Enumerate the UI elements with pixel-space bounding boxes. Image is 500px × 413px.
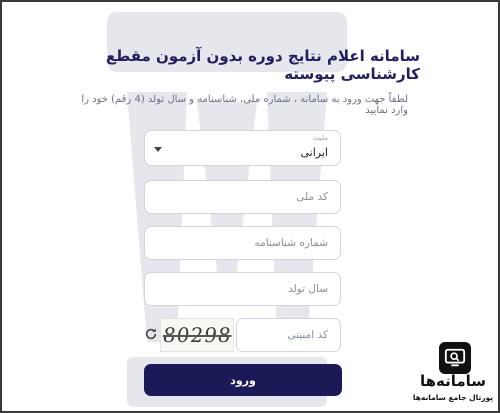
captcha-image-text: 80298 [161,323,233,347]
page-title: سامانه اعلام نتایج دوره بدون آزمون مقطع … [105,47,420,83]
captcha-input[interactable] [237,319,340,351]
chevron-down-icon [154,147,162,152]
id-number-field-wrapper [144,226,341,260]
brand-logo: سامانه‌ها پورتال جامع سامانه‌ها [406,342,498,411]
brand-tagline: پورتال جامع سامانه‌ها [412,393,494,402]
page-frame: سامانه اعلام نتایج دوره بدون آزمون مقطع … [0,0,500,413]
birth-year-field-wrapper [144,272,341,306]
national-code-input[interactable] [145,181,340,213]
nationality-label: ملیت [312,134,328,142]
login-button[interactable]: ورود [144,364,342,396]
captcha-field-wrapper [236,318,341,352]
nationality-select[interactable]: ملیت ایرانی [144,130,341,166]
refresh-captcha-icon[interactable] [142,325,160,343]
captcha-image: 80298 [160,318,234,352]
id-number-input[interactable] [145,227,340,259]
monitor-search-icon [439,342,471,374]
brand-name: سامانه‌ها [419,372,487,390]
login-instructions: لطفاً جهت ورود به سامانه ، شماره ملی، شن… [81,94,408,116]
birth-year-input[interactable] [145,273,340,305]
nationality-value: ایرانی [300,146,328,159]
national-code-field-wrapper [144,180,341,214]
